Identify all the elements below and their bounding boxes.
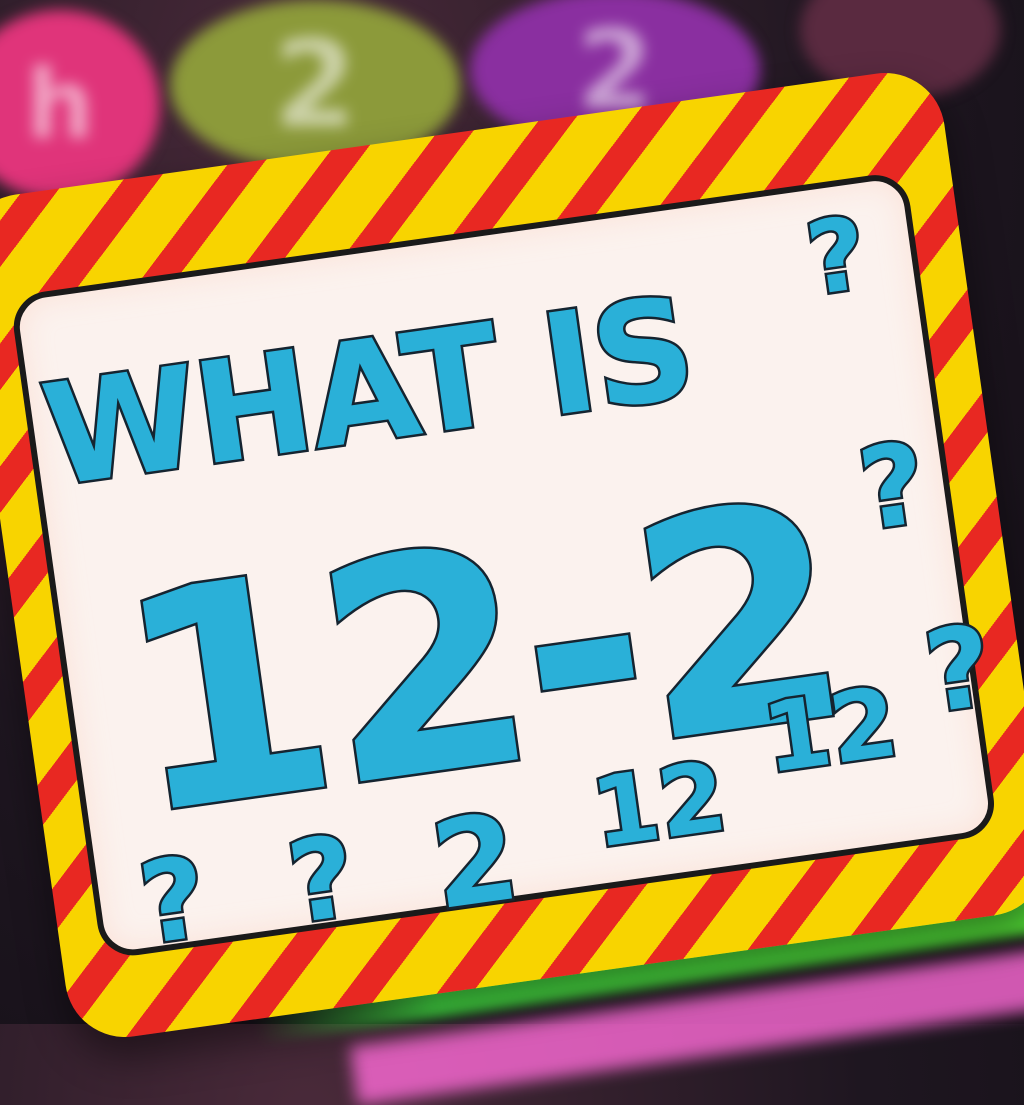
sign-panel: WHAT IS ? 12-2 ? ? ? ? 2 12 12 [9, 170, 1003, 973]
background-bokeh-pink: h [0, 10, 160, 200]
scattered-number: 2 [422, 785, 529, 939]
question-mark: ? [797, 192, 876, 321]
scattered-number: 12 [583, 738, 736, 873]
scattered-number: 12 [754, 663, 907, 798]
bokeh-number: 2 [273, 15, 357, 155]
question-mark: ? [849, 416, 936, 559]
question-mark: ? [915, 599, 1002, 742]
bokeh-letter: h [25, 49, 95, 161]
striped-sign: WHAT IS ? 12-2 ? ? ? ? 2 12 12 [0, 65, 1024, 1045]
